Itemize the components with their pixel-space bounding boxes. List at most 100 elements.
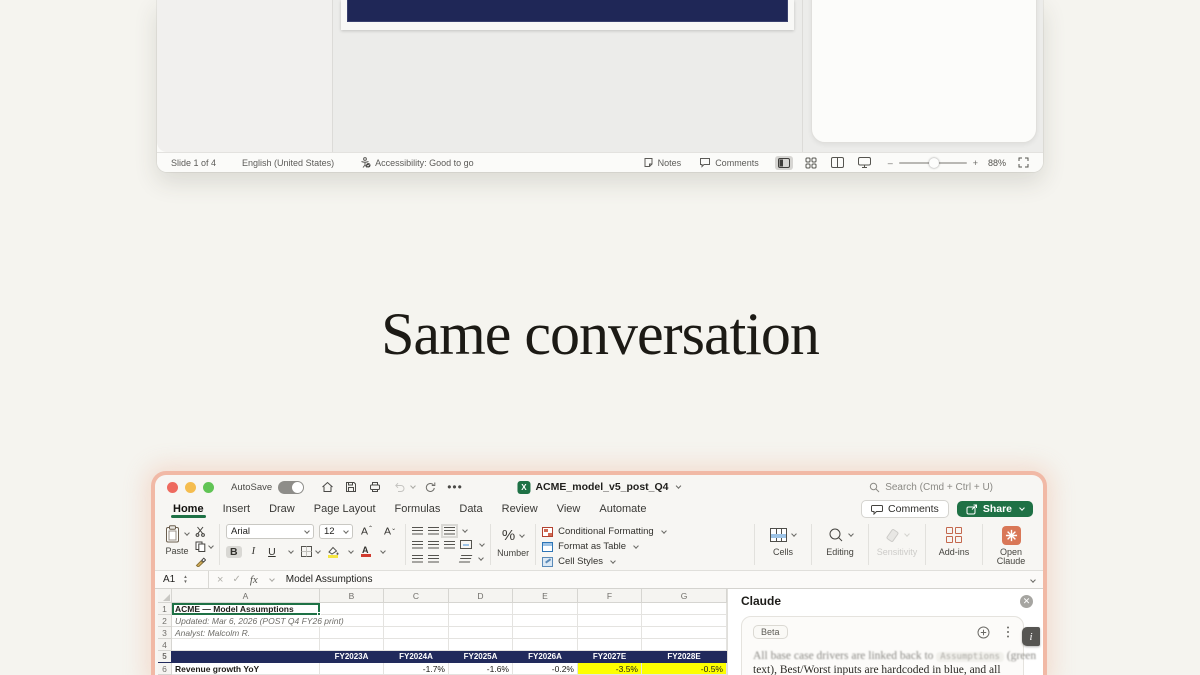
save-icon[interactable] bbox=[342, 479, 360, 495]
column-header-a[interactable]: A bbox=[172, 589, 320, 603]
cell-d6[interactable]: -1.6% bbox=[449, 663, 513, 675]
cell-f5[interactable]: FY2027E bbox=[578, 651, 642, 663]
align-bottom-icon[interactable] bbox=[444, 527, 455, 535]
column-header-c[interactable]: C bbox=[384, 589, 449, 603]
cell-f6[interactable]: -3.5% bbox=[578, 663, 642, 675]
align-top-icon[interactable] bbox=[412, 527, 423, 535]
cell[interactable] bbox=[642, 603, 727, 615]
slide-thumbnail-panel[interactable] bbox=[157, 0, 333, 152]
kebab-menu-icon[interactable] bbox=[1007, 631, 1010, 634]
cell-e5[interactable]: FY2026A bbox=[513, 651, 578, 663]
align-center-icon[interactable] bbox=[428, 541, 439, 549]
home-icon[interactable] bbox=[318, 479, 336, 495]
cell-d5[interactable]: FY2025A bbox=[449, 651, 513, 663]
cell[interactable] bbox=[513, 627, 578, 639]
row-header-2[interactable]: 2 bbox=[158, 615, 172, 627]
cell-a5[interactable] bbox=[172, 651, 320, 663]
row-header-4[interactable]: 4 bbox=[158, 639, 172, 651]
accessibility-status[interactable]: Accessibility: Good to go bbox=[360, 157, 474, 168]
fill-color-button[interactable] bbox=[327, 546, 339, 558]
tab-view[interactable]: View bbox=[557, 499, 581, 518]
cell-c5[interactable]: FY2024A bbox=[384, 651, 449, 663]
cell[interactable] bbox=[578, 639, 642, 651]
notes-button[interactable]: Notes bbox=[643, 157, 682, 168]
spreadsheet[interactable]: A B C D E F G 1 ACME — Model Assumptions… bbox=[158, 589, 727, 675]
cell-g5[interactable]: FY2028E bbox=[642, 651, 727, 663]
paste-button[interactable]: Paste bbox=[165, 523, 189, 556]
slide-title-block[interactable] bbox=[347, 0, 788, 22]
more-icon[interactable]: ••• bbox=[447, 480, 463, 494]
cell[interactable] bbox=[449, 639, 513, 651]
addins-group[interactable]: Add-ins bbox=[932, 521, 976, 568]
row-header-3[interactable]: 3 bbox=[158, 627, 172, 639]
format-as-table-button[interactable]: Format as Table bbox=[542, 540, 638, 553]
font-color-button[interactable]: A bbox=[360, 546, 371, 557]
reading-view-button[interactable] bbox=[829, 156, 847, 170]
column-header-b[interactable]: B bbox=[320, 589, 384, 603]
name-box[interactable]: A1 ▲▼ bbox=[155, 571, 209, 588]
claude-close-button[interactable]: ✕ bbox=[1020, 595, 1033, 608]
tab-review[interactable]: Review bbox=[502, 499, 538, 518]
underline-button[interactable]: U bbox=[265, 546, 279, 558]
zoom-in-button[interactable]: + bbox=[973, 158, 978, 168]
cell[interactable] bbox=[449, 615, 513, 627]
row-header-1[interactable]: 1 bbox=[158, 603, 172, 615]
name-box-stepper[interactable]: ▲▼ bbox=[183, 575, 187, 584]
cut-button[interactable] bbox=[195, 526, 213, 537]
cell[interactable] bbox=[578, 603, 642, 615]
cell[interactable] bbox=[449, 627, 513, 639]
cells-group[interactable]: Cells bbox=[761, 521, 805, 568]
slideshow-button[interactable] bbox=[856, 156, 874, 170]
cell[interactable] bbox=[320, 639, 384, 651]
copy-button[interactable] bbox=[195, 541, 213, 552]
autosave-toggle[interactable] bbox=[278, 481, 304, 494]
bold-button[interactable]: B bbox=[226, 546, 242, 558]
merge-center-icon[interactable] bbox=[460, 540, 472, 549]
search-field[interactable]: Search (Cmd + Ctrl + U) bbox=[869, 475, 993, 499]
editing-group[interactable]: Editing bbox=[818, 521, 862, 568]
format-painter-button[interactable] bbox=[195, 556, 213, 567]
close-button[interactable] bbox=[167, 482, 178, 493]
zoom-out-button[interactable]: – bbox=[888, 158, 893, 168]
zoom-level[interactable]: 88% bbox=[988, 158, 1006, 168]
cell[interactable] bbox=[384, 615, 449, 627]
cell-a3[interactable]: Analyst: Malcolm R. bbox=[172, 627, 320, 639]
tab-page-layout[interactable]: Page Layout bbox=[314, 499, 376, 518]
wrap-text-icon[interactable] bbox=[459, 555, 473, 563]
align-middle-icon[interactable] bbox=[428, 527, 439, 535]
comments-button[interactable]: Comments bbox=[861, 500, 949, 518]
cell[interactable] bbox=[513, 639, 578, 651]
redo-icon[interactable] bbox=[421, 479, 439, 495]
cell[interactable] bbox=[320, 603, 384, 615]
row-header-5[interactable]: 5 bbox=[158, 651, 172, 663]
align-right-icon[interactable] bbox=[444, 541, 455, 549]
slide-counter[interactable]: Slide 1 of 4 bbox=[171, 158, 216, 168]
cell[interactable] bbox=[578, 627, 642, 639]
italic-button[interactable]: I bbox=[249, 546, 259, 557]
cell[interactable] bbox=[384, 603, 449, 615]
conditional-formatting-button[interactable]: Conditional Formatting bbox=[542, 525, 666, 538]
font-name-select[interactable]: Arial bbox=[226, 524, 314, 539]
tab-home[interactable]: Home bbox=[173, 499, 204, 518]
row-header-6[interactable]: 6 bbox=[158, 663, 172, 675]
tab-insert[interactable]: Insert bbox=[223, 499, 251, 518]
select-all-corner[interactable] bbox=[158, 589, 172, 603]
share-button[interactable]: Share bbox=[957, 501, 1033, 517]
cell-c6[interactable]: -1.7% bbox=[384, 663, 449, 675]
fullscreen-button[interactable] bbox=[1018, 157, 1029, 168]
increase-indent-icon[interactable] bbox=[428, 555, 439, 563]
fx-icon[interactable]: fx bbox=[250, 574, 258, 586]
cell[interactable] bbox=[320, 627, 384, 639]
column-header-e[interactable]: E bbox=[513, 589, 578, 603]
zoom-slider[interactable] bbox=[899, 162, 967, 164]
column-header-f[interactable]: F bbox=[578, 589, 642, 603]
increase-font-button[interactable]: A⌃ bbox=[358, 525, 376, 538]
number-group[interactable]: % Number bbox=[497, 521, 529, 568]
cell[interactable] bbox=[642, 615, 727, 627]
slide-sorter-button[interactable] bbox=[802, 156, 820, 170]
font-size-select[interactable]: 12 bbox=[319, 524, 353, 539]
cancel-icon[interactable]: × bbox=[217, 574, 223, 586]
ppt-comments-button[interactable]: Comments bbox=[699, 157, 759, 168]
formula-bar-chevron-icon[interactable] bbox=[1030, 577, 1036, 583]
info-tab[interactable]: i bbox=[1022, 627, 1040, 646]
